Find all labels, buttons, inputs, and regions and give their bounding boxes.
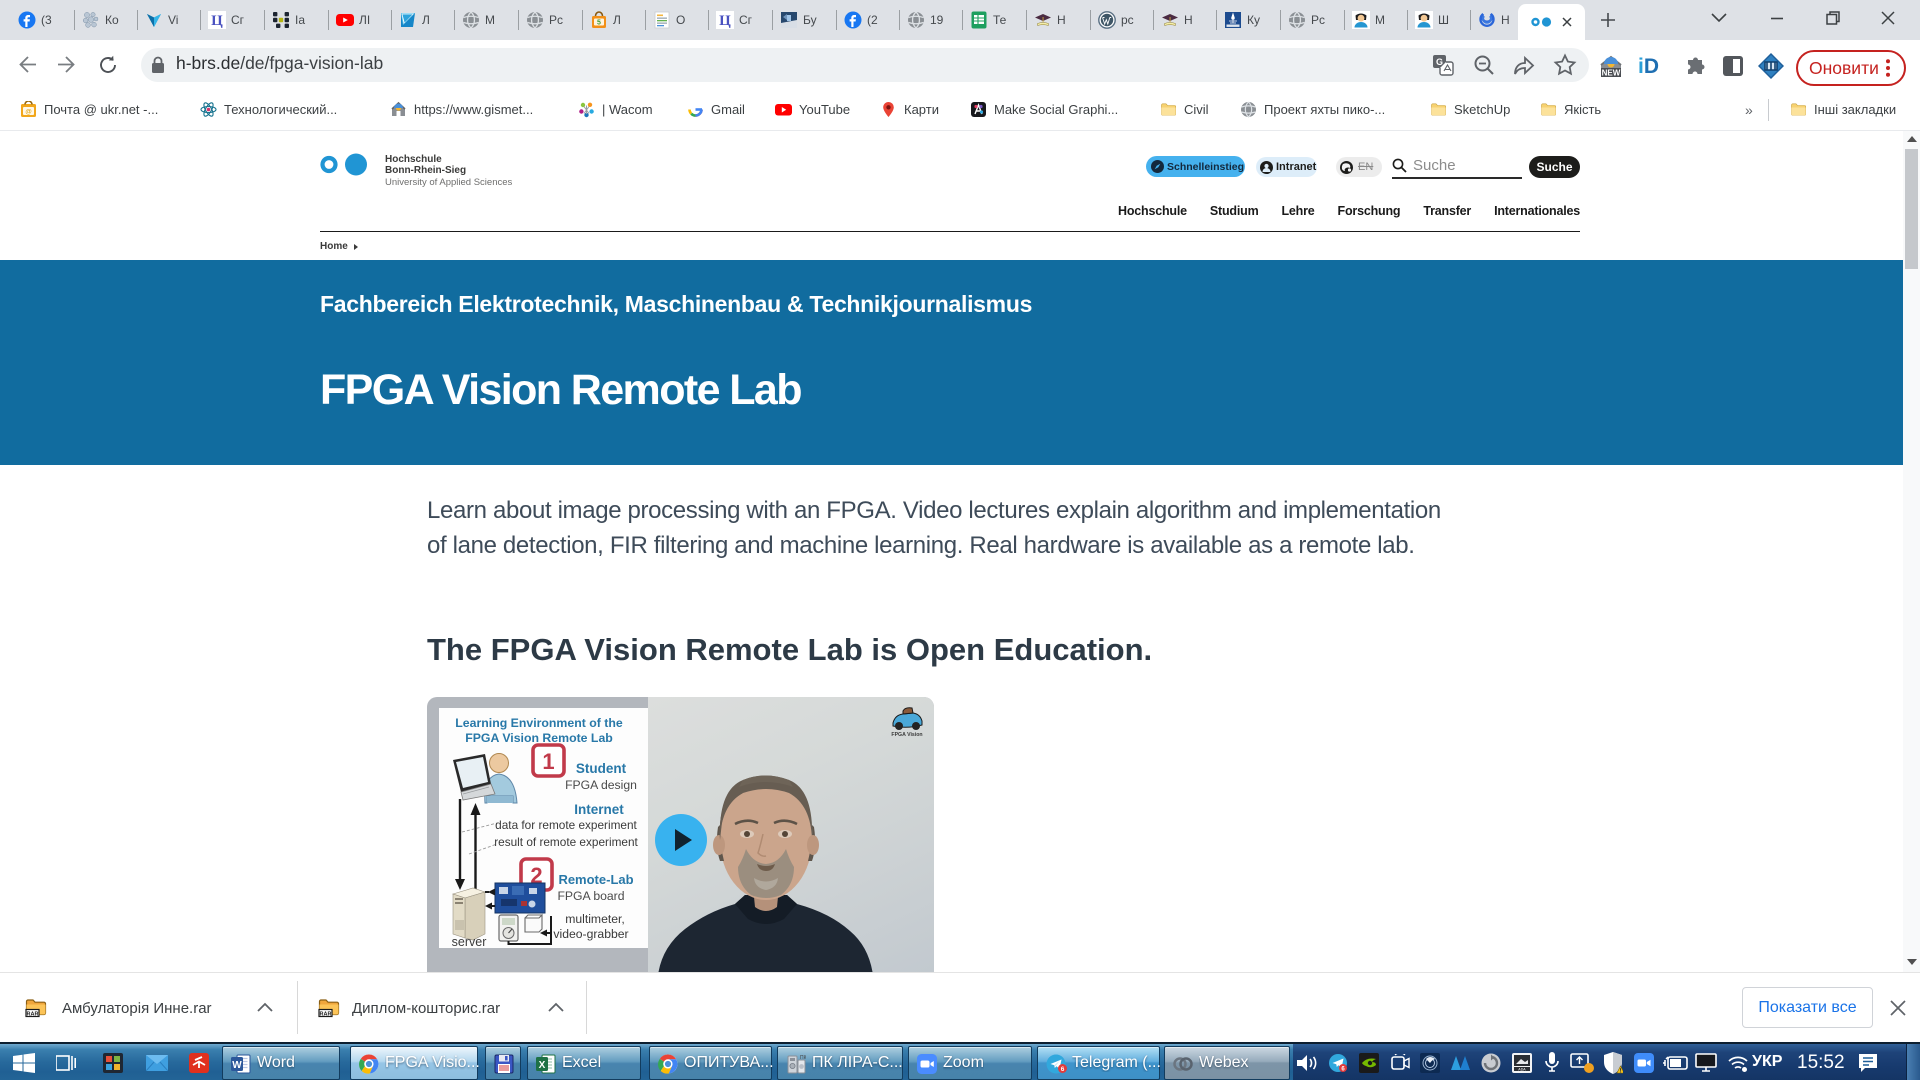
- svg-text:ПК: ПК: [800, 1055, 806, 1061]
- svg-text:server: server: [452, 935, 487, 948]
- svg-text:W: W: [232, 1060, 242, 1071]
- svg-text:Student: Student: [576, 761, 627, 776]
- svg-text:Learning Environment of the: Learning Environment of the: [455, 716, 623, 730]
- svg-text:FPGA design: FPGA design: [565, 778, 637, 792]
- svg-text:6: 6: [1061, 1066, 1065, 1073]
- svg-text:FPGA board: FPGA board: [557, 889, 624, 903]
- svg-text:5: 5: [597, 20, 601, 27]
- svg-text:Internet: Internet: [574, 802, 624, 817]
- svg-text:G: G: [1436, 57, 1443, 67]
- svg-text:multimeter,: multimeter,: [565, 912, 625, 926]
- svg-text:RAR: RAR: [27, 1011, 39, 1017]
- svg-text:result of remote experiment: result of remote experiment: [494, 835, 638, 849]
- svg-text:RAR: RAR: [320, 1011, 332, 1017]
- svg-text:Ц: Ц: [211, 13, 223, 29]
- svg-text:data for remote experiment: data for remote experiment: [495, 818, 637, 832]
- svg-text:NEW: NEW: [1602, 69, 1621, 78]
- svg-text:video-grabber: video-grabber: [553, 927, 628, 941]
- svg-text:@: @: [25, 109, 31, 116]
- svg-text:FPGA Vision Remote Lab: FPGA Vision Remote Lab: [465, 731, 613, 745]
- svg-text:Ц: Ц: [719, 13, 731, 29]
- svg-text:FPGA Vision: FPGA Vision: [891, 732, 922, 738]
- svg-text:Remote-Lab: Remote-Lab: [558, 872, 633, 887]
- svg-text:X: X: [539, 1060, 546, 1071]
- svg-text:1: 1: [542, 749, 554, 774]
- svg-text:ADA: ADA: [1518, 1067, 1526, 1071]
